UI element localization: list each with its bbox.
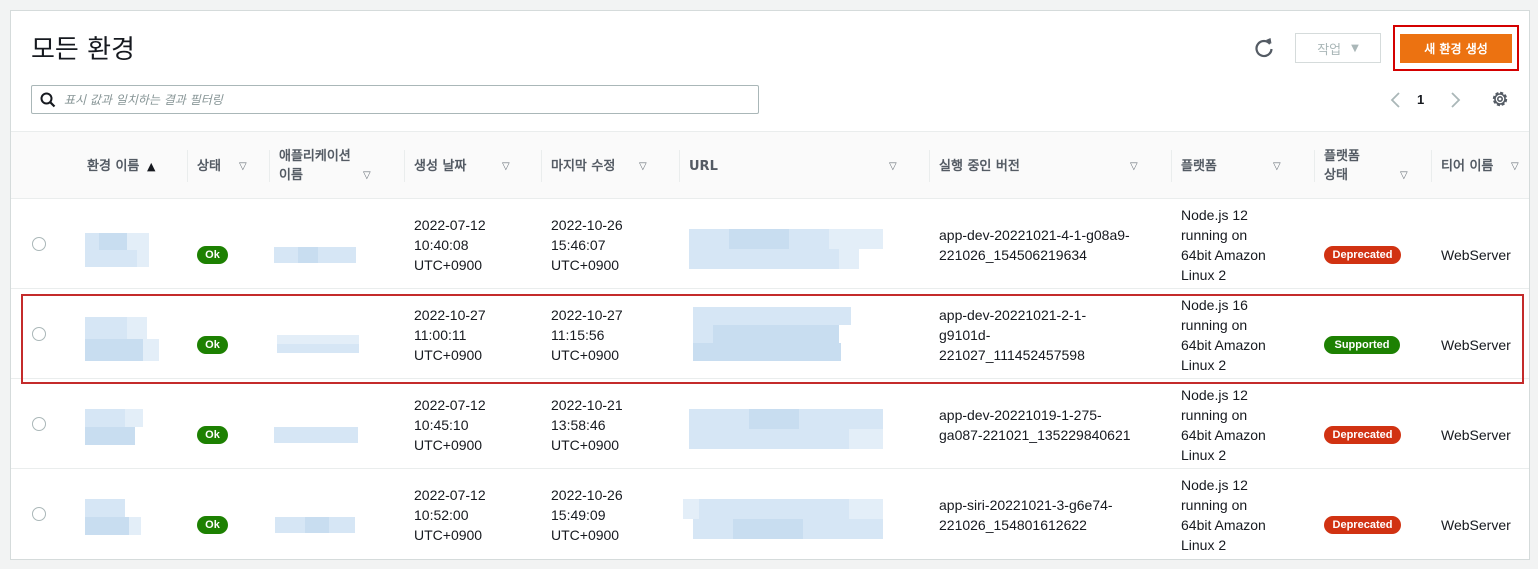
column-header-tier-name[interactable]: 티어 이름 ▽	[1431, 132, 1527, 200]
column-header-last-modified[interactable]: 마지막 수정 ▽	[541, 132, 657, 200]
running-version: app-dev-20221021-4-1-g08a9- 221026_154506…	[939, 227, 1130, 263]
redacted-application-name	[274, 247, 356, 263]
column-header-health[interactable]: 상태 ▽	[187, 132, 257, 200]
platform-status-badge: Deprecated	[1324, 516, 1401, 534]
column-header-running-version[interactable]: 실행 중인 버전 ▽	[929, 132, 1149, 200]
created-date: 2022-07-12 10:52:00 UTC+0900	[414, 487, 486, 543]
actions-dropdown[interactable]: 작업 ▼	[1295, 33, 1381, 63]
platform: Node.js 16 running on 64bit Amazon Linux 2	[1181, 297, 1266, 373]
health-badge: Ok	[197, 336, 228, 354]
created-date: 2022-10-27 11:00:11 UTC+0900	[414, 307, 486, 363]
redacted-application-name	[275, 517, 355, 533]
current-page-number[interactable]: 1	[1417, 92, 1424, 107]
redacted-url[interactable]	[683, 499, 883, 539]
caret-down-icon: ▽	[1273, 160, 1281, 172]
table-row[interactable]: Ok 2022-10-27 11:00:11 UTC+0900 2022-10-27…	[11, 289, 1529, 379]
platform-status-badge: Deprecated	[1324, 246, 1401, 264]
caret-down-icon: ▽	[1511, 160, 1519, 172]
sort-ascending-icon: ▲	[147, 159, 156, 173]
platform: Node.js 12 running on 64bit Amazon Linux 2	[1181, 207, 1266, 283]
tier-name: WebServer	[1441, 517, 1511, 533]
column-header-platform[interactable]: 플랫폼 ▽	[1171, 132, 1291, 200]
create-button-highlight: 새 환경 생성	[1393, 25, 1519, 71]
table-row[interactable]: Ok 2022-07-12 10:40:08 UTC+0900 2022-10-26…	[11, 199, 1529, 289]
caret-down-icon: ▽	[1400, 170, 1408, 181]
caret-down-icon: ▽	[1130, 160, 1138, 172]
modified-date: 2022-10-27 11:15:56 UTC+0900	[551, 307, 623, 363]
caret-down-icon: ▽	[639, 160, 647, 172]
caret-down-icon: ▽	[502, 160, 510, 172]
row-select-radio[interactable]	[32, 507, 46, 521]
table-row[interactable]: Ok 2022-07-12 10:45:10 UTC+0900 2022-10-21…	[11, 379, 1529, 469]
redacted-env-name	[85, 409, 143, 445]
search-input[interactable]	[64, 92, 724, 107]
running-version: app-siri-20221021-3-g6e74- 221026_1548016…	[939, 497, 1113, 533]
previous-page-icon[interactable]	[1389, 91, 1403, 109]
modified-date: 2022-10-21 13:58:46 UTC+0900	[551, 397, 623, 453]
row-select-radio[interactable]	[32, 237, 46, 251]
row-select-radio[interactable]	[32, 417, 46, 431]
tier-name: WebServer	[1441, 337, 1511, 353]
modified-date: 2022-10-26 15:46:07 UTC+0900	[551, 217, 623, 273]
column-header-created[interactable]: 생성 날짜 ▽	[404, 132, 520, 200]
column-header-platform-status[interactable]: 플랫폼 상태 ▽	[1314, 132, 1418, 200]
health-badge: Ok	[197, 426, 228, 444]
search-box[interactable]	[31, 85, 759, 114]
create-environment-button[interactable]: 새 환경 생성	[1400, 34, 1512, 63]
redacted-env-name	[85, 499, 141, 535]
column-header-application-name[interactable]: 애플리케이션 이름 ▽	[269, 132, 381, 200]
page-title: 모든 환경	[31, 35, 135, 65]
platform-status-badge: Supported	[1324, 336, 1400, 354]
redacted-env-name	[85, 233, 149, 267]
modified-date: 2022-10-26 15:49:09 UTC+0900	[551, 487, 623, 543]
row-select-radio[interactable]	[32, 327, 46, 341]
running-version: app-dev-20221019-1-275- ga087-221021_1352…	[939, 407, 1131, 443]
actions-label: 작업	[1317, 42, 1342, 58]
health-badge: Ok	[197, 246, 228, 264]
refresh-icon[interactable]	[1251, 35, 1277, 61]
platform-status-badge: Deprecated	[1324, 426, 1401, 444]
table-row[interactable]: Ok 2022-07-12 10:52:00 UTC+0900 2022-10-26…	[11, 469, 1529, 559]
running-version: app-dev-20221021-2-1- g9101d- 221027_11145…	[939, 307, 1087, 363]
caret-down-icon: ▽	[889, 160, 897, 172]
health-badge: Ok	[197, 516, 228, 534]
search-icon	[40, 92, 56, 107]
caret-down-icon: ▽	[239, 160, 247, 172]
tier-name: WebServer	[1441, 427, 1511, 443]
redacted-url[interactable]	[693, 307, 851, 361]
redacted-url[interactable]	[689, 229, 883, 269]
redacted-url[interactable]	[689, 409, 883, 449]
platform: Node.js 12 running on 64bit Amazon Linux 2	[1181, 387, 1266, 463]
created-date: 2022-07-12 10:40:08 UTC+0900	[414, 217, 486, 273]
redacted-application-name	[277, 335, 359, 353]
column-header-url[interactable]: URL ▽	[679, 132, 907, 200]
table-header: 환경 이름 ▲ 상태 ▽ 애플리케이션 이름 ▽ 생성 날짜 ▽ 마지막 수정 …	[11, 131, 1529, 199]
environments-panel: 모든 환경 작업 ▼ 새 환경 생성 1 환경 이름 ▲ 상태	[10, 10, 1530, 560]
caret-down-icon: ▽	[363, 170, 371, 181]
redacted-application-name	[274, 427, 358, 443]
next-page-icon[interactable]	[1448, 91, 1462, 109]
platform: Node.js 12 running on 64bit Amazon Linux 2	[1181, 477, 1266, 553]
gear-icon[interactable]	[1490, 89, 1510, 109]
column-header-env-name[interactable]: 환경 이름 ▲	[75, 132, 179, 200]
tier-name: WebServer	[1441, 247, 1511, 263]
created-date: 2022-07-12 10:45:10 UTC+0900	[414, 397, 486, 453]
redacted-env-name	[85, 317, 159, 361]
caret-down-icon: ▼	[1351, 42, 1359, 54]
